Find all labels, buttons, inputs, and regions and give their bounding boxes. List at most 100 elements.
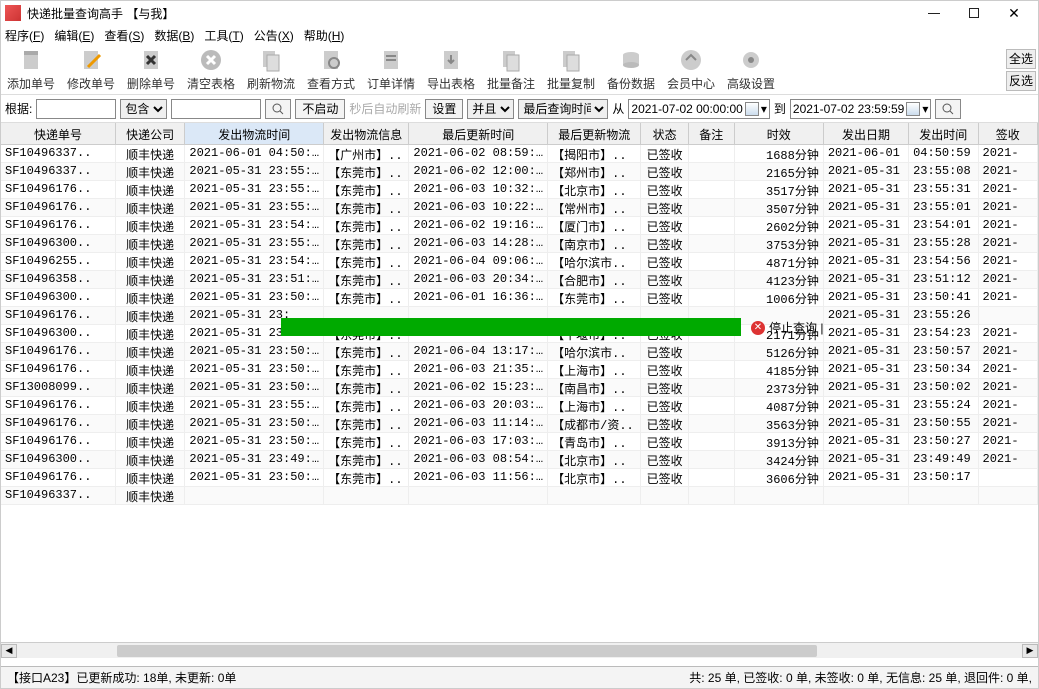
cell: 【北京市】..: [548, 469, 641, 486]
table-row[interactable]: SF10496176..顺丰快递2021-05-31 23:50:17【东莞市】…: [1, 469, 1038, 487]
cell: 【北京市】..: [548, 451, 641, 468]
cell: 3753分钟: [735, 235, 824, 252]
menu-h[interactable]: 帮助(H): [304, 27, 345, 44]
column-header[interactable]: 发出日期: [824, 123, 909, 144]
table-row[interactable]: SF10496176..顺丰快递2021-05-31 23:50:34【东莞市】…: [1, 361, 1038, 379]
column-header[interactable]: 时效: [735, 123, 824, 144]
cell: 2021-06-03 10:22:19: [409, 199, 548, 216]
cell: [409, 487, 548, 504]
table-row[interactable]: SF10496337..顺丰快递2021-05-31 23:55:08【东莞市】…: [1, 163, 1038, 181]
cell: 23:54:23: [909, 325, 978, 342]
cell: 2021-05-31: [824, 451, 909, 468]
table-row[interactable]: SF10496176..顺丰快递2021-05-31 23:55:01【东莞市】…: [1, 199, 1038, 217]
column-header[interactable]: 快递单号: [1, 123, 116, 144]
lastquery-select[interactable]: 最后查询时间: [518, 99, 608, 119]
toolbar-view[interactable]: 查看方式: [301, 47, 361, 92]
cell: 2021-06-04 13:17:16: [409, 343, 548, 360]
and-select[interactable]: 并且: [467, 99, 514, 119]
table-row[interactable]: SF10496176..顺丰快递2021-05-31 23:55:31【东莞市】…: [1, 181, 1038, 199]
menu-s[interactable]: 查看(S): [104, 27, 144, 44]
cell: 4087分钟: [735, 397, 824, 414]
cell: 已签收: [641, 379, 689, 396]
from-label: 从: [612, 100, 624, 117]
toolbar-delete[interactable]: 删除单号: [121, 47, 181, 92]
table-row[interactable]: SF13008099..顺丰快递2021-05-31 23:50:02【东莞市】…: [1, 379, 1038, 397]
filter-value-input[interactable]: [171, 99, 261, 119]
column-header[interactable]: 发出时间: [909, 123, 978, 144]
cell: 2021-05-31: [824, 415, 909, 432]
column-header[interactable]: 签收: [979, 123, 1038, 144]
maximize-button[interactable]: [954, 2, 994, 24]
menu-b[interactable]: 数据(B): [154, 27, 194, 44]
table-row[interactable]: SF10496176..顺丰快递2021-05-31 23:54:01【东莞市】…: [1, 217, 1038, 235]
cell: 2021-: [979, 271, 1038, 288]
table-row[interactable]: SF10496176..顺丰快递2021-05-31 23:50:55【东莞市】…: [1, 415, 1038, 433]
cell: 【常州市】..: [548, 199, 641, 216]
toolbar-copy[interactable]: 批量复制: [541, 47, 601, 92]
search-button[interactable]: [265, 99, 291, 119]
cell: [689, 163, 735, 180]
toolbar-member[interactable]: 会员中心: [661, 47, 721, 92]
stop-query-overlay[interactable]: ✕ 停止查询 |: [751, 319, 823, 336]
cell: 已签收: [641, 415, 689, 432]
nostart-button[interactable]: 不启动: [295, 99, 345, 119]
column-header[interactable]: 最后更新时间: [409, 123, 548, 144]
toolbar-backup[interactable]: 备份数据: [601, 47, 661, 92]
column-header[interactable]: 最后更新物流: [548, 123, 641, 144]
scroll-left-arrow[interactable]: ◀: [1, 644, 17, 658]
column-header[interactable]: 快递公司: [116, 123, 185, 144]
close-button[interactable]: ✕: [994, 2, 1034, 24]
column-header[interactable]: 发出物流信息: [324, 123, 409, 144]
date-to-input[interactable]: 2021-07-02 23:59:59 ▾: [790, 99, 931, 119]
table-row[interactable]: SF10496300..顺丰快递2021-05-31 23:49:49【东莞市】…: [1, 451, 1038, 469]
cell: 【揭阳市】..: [548, 145, 641, 162]
cell: 4123分钟: [735, 271, 824, 288]
cell: 已签收: [641, 235, 689, 252]
table-row[interactable]: SF10496337..顺丰快递: [1, 487, 1038, 505]
horizontal-scrollbar[interactable]: ◀ ▶: [1, 642, 1038, 658]
table-row[interactable]: SF10496300..顺丰快递2021-05-31 23:50:41【东莞市】…: [1, 289, 1038, 307]
table-row[interactable]: SF10496255..顺丰快递2021-05-31 23:54:56【东莞市】…: [1, 253, 1038, 271]
table-row[interactable]: SF10496176..顺丰快递2021-05-31 23:50:57【东莞市】…: [1, 343, 1038, 361]
toolbar-settings[interactable]: 高级设置: [721, 47, 781, 92]
cell: 2021-: [979, 379, 1038, 396]
cell: 2021-05-31 23:50:02: [185, 379, 324, 396]
menu-f[interactable]: 程序(F): [5, 27, 44, 44]
invert-select-button[interactable]: 反选: [1006, 71, 1036, 91]
toolbar-edit[interactable]: 修改单号: [61, 47, 121, 92]
toolbar-note[interactable]: 批量备注: [481, 47, 541, 92]
table-row[interactable]: SF10496176..顺丰快递2021-05-31 23:50:27【东莞市】…: [1, 433, 1038, 451]
column-header[interactable]: 状态: [641, 123, 689, 144]
toolbar-export[interactable]: 导出表格: [421, 47, 481, 92]
delete-icon: [138, 47, 164, 73]
cell: 23:50:34: [909, 361, 978, 378]
minimize-button[interactable]: [914, 2, 954, 24]
menu-t[interactable]: 工具(T): [204, 27, 243, 44]
toolbar-add[interactable]: 添加单号: [1, 47, 61, 92]
cell: 2021-: [979, 451, 1038, 468]
table-row[interactable]: SF10496176..顺丰快递2021-05-31 23:55:24【东莞市】…: [1, 397, 1038, 415]
toolbar-detail[interactable]: 订单详情: [361, 47, 421, 92]
select-all-button[interactable]: 全选: [1006, 49, 1036, 69]
table-row[interactable]: SF10496300..顺丰快递2021-05-31 23:55:28【东莞市】…: [1, 235, 1038, 253]
cell: [979, 469, 1038, 486]
cell: 【东莞市】..: [324, 361, 409, 378]
cell: [689, 343, 735, 360]
filter-contain-select[interactable]: 包含: [120, 99, 167, 119]
date-search-button[interactable]: [935, 99, 961, 119]
toolbar-clear[interactable]: 清空表格: [181, 47, 241, 92]
date-from-input[interactable]: 2021-07-02 00:00:00 ▾: [628, 99, 769, 119]
column-header[interactable]: 备注: [689, 123, 735, 144]
cell: SF10496176..: [1, 199, 116, 216]
table-row[interactable]: SF10496358..顺丰快递2021-05-31 23:51:12【东莞市】…: [1, 271, 1038, 289]
menu-e[interactable]: 编辑(E): [54, 27, 94, 44]
grid-body[interactable]: SF10496337..顺丰快递2021-06-01 04:50:59【广州市】…: [1, 145, 1038, 635]
scrollbar-thumb[interactable]: [117, 645, 817, 657]
column-header[interactable]: 发出物流时间: [185, 123, 324, 144]
scroll-right-arrow[interactable]: ▶: [1022, 644, 1038, 658]
table-row[interactable]: SF10496337..顺丰快递2021-06-01 04:50:59【广州市】…: [1, 145, 1038, 163]
filter-field-input[interactable]: [36, 99, 116, 119]
settings-button[interactable]: 设置: [425, 99, 463, 119]
menu-x[interactable]: 公告(X): [254, 27, 294, 44]
toolbar-refresh[interactable]: 刷新物流: [241, 47, 301, 92]
